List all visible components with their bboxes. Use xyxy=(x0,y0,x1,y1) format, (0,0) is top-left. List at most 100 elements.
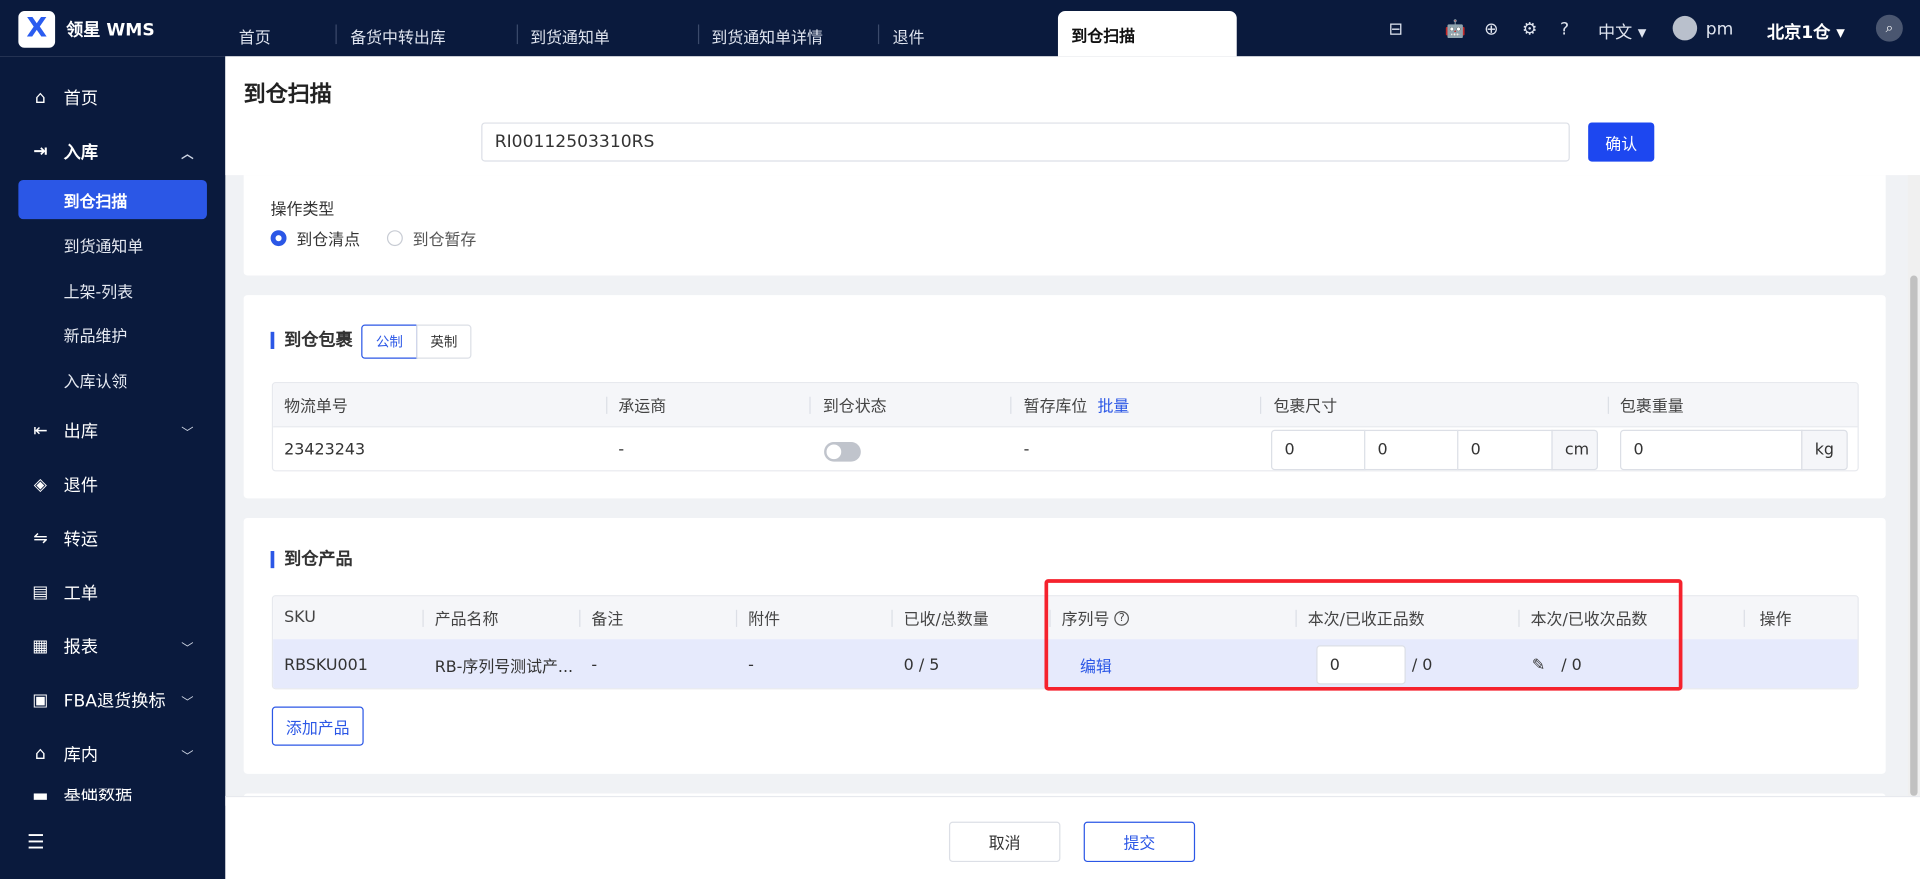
sidebar-sub-new-product[interactable]: 新品维护 xyxy=(18,315,207,354)
tab-divider xyxy=(877,24,880,45)
cancel-button[interactable]: 取消 xyxy=(948,821,1061,863)
sidebar-sub-arrival-scan[interactable]: 到仓扫描 xyxy=(18,180,207,220)
confirm-button[interactable]: 确认 xyxy=(1588,122,1655,162)
sidebar-item-returns[interactable]: ◈ 退件 xyxy=(0,465,225,504)
tab-returns[interactable]: 退件 xyxy=(893,24,925,47)
carrier: - xyxy=(618,440,625,460)
page-title: 到仓扫描 xyxy=(243,82,332,108)
fba-icon: ▣ xyxy=(32,690,49,711)
tab-arrival-notice[interactable]: 到货通知单 xyxy=(530,24,610,47)
chevron-up-icon: ︿ xyxy=(181,147,194,162)
scrollbar[interactable] xyxy=(1907,175,1920,796)
language-select[interactable]: 中文 ▾ xyxy=(1598,20,1646,44)
tab-home[interactable]: 首页 xyxy=(239,24,271,47)
highlight-box xyxy=(1044,579,1683,691)
weight-unit: kg xyxy=(1801,429,1848,471)
warehouse-select[interactable]: 北京1仓 ▾ xyxy=(1767,20,1845,44)
unit-imperial[interactable]: 英制 xyxy=(416,324,472,359)
col-divider xyxy=(735,609,738,627)
sidebar-item-home[interactable]: ⌂ 首页 xyxy=(0,78,225,117)
col-remark: 备注 xyxy=(591,611,624,630)
sidebar-sub-inbound-claim[interactable]: 入库认领 xyxy=(18,360,207,399)
tab-arrival-scan[interactable]: 到仓扫描 xyxy=(1057,11,1237,57)
label: 首页 xyxy=(63,89,98,109)
tab-stock-transfer[interactable]: 备货中转出库 xyxy=(350,24,446,47)
length-input[interactable]: 0 xyxy=(1271,429,1366,471)
col-carrier: 承运商 xyxy=(618,397,667,417)
sidebar-sub-putaway-list[interactable]: 上架-列表 xyxy=(18,271,207,310)
col-divider xyxy=(606,396,608,414)
height-input[interactable]: 0 xyxy=(1457,429,1553,471)
attachment: - xyxy=(748,655,754,675)
help-icon[interactable]: ? xyxy=(1560,20,1569,40)
robot-icon[interactable]: 🤖 xyxy=(1445,20,1466,40)
settings-icon[interactable]: ⚙ xyxy=(1522,20,1537,40)
label: 退件 xyxy=(63,476,98,496)
scan-input[interactable]: RI00112503310RS xyxy=(481,122,1570,162)
tab-divider xyxy=(335,24,337,45)
outbound-icon: ⇤ xyxy=(33,421,48,441)
tab-divider xyxy=(516,24,518,45)
chevron-down-icon: ﹀ xyxy=(181,750,194,764)
operation-type-card: 操作类型 到仓清点 到仓暂存 xyxy=(243,175,1886,276)
chevron-down-icon: ﹀ xyxy=(181,696,194,710)
scan-header: 到仓扫描 RI00112503310RS 确认 xyxy=(225,56,1920,176)
col-size: 包裹尺寸 xyxy=(1273,397,1338,417)
transfer-icon: ⇋ xyxy=(33,528,48,549)
brand-name: 领星 WMS xyxy=(66,20,155,41)
add-product-button[interactable]: 添加产品 xyxy=(271,706,364,746)
table-row: 23423243 - - 0 0 0 cm 0 kg xyxy=(273,426,1858,471)
width-input[interactable]: 0 xyxy=(1364,429,1459,471)
col-divider xyxy=(1743,609,1745,627)
label: 基础数据 xyxy=(63,788,133,805)
sidebar-item-reports[interactable]: ▦ 报表 ﹀ xyxy=(0,627,225,666)
sidebar-item-transfer[interactable]: ⇋ 转运 xyxy=(0,519,225,558)
sidebar-item-base-data[interactable]: ▬ 基础数据 xyxy=(0,789,225,806)
home-icon: ⌂ xyxy=(34,88,46,108)
top-bar: X 领星 WMS 首页 备货中转出库 到货通知单 到货通知单详情 退件 到仓扫描… xyxy=(0,0,1920,57)
sidebar-sub-arrival-notice[interactable]: 到货通知单 xyxy=(18,225,207,264)
col-location: 暂存库位 批量 xyxy=(1024,383,1130,426)
radio-arrival-temp[interactable]: 到仓暂存 xyxy=(386,227,476,250)
col-name: 产品名称 xyxy=(434,611,499,630)
col-location-label: 暂存库位 xyxy=(1023,397,1088,417)
product-name: RB-序列号测试产... xyxy=(434,658,574,677)
label: 出库 xyxy=(63,422,98,443)
sidebar-item-inbound[interactable]: ⇥ 入库 ︿ xyxy=(0,132,225,171)
sidebar-item-workorder[interactable]: ▤ 工单 xyxy=(0,573,225,612)
workorder-icon: ▤ xyxy=(32,582,49,603)
label: 库内 xyxy=(63,745,98,766)
submit-button[interactable]: 提交 xyxy=(1083,821,1196,863)
tab-divider xyxy=(697,24,700,45)
package-card: 到仓包裹 公制 英制 物流单号 承运商 到仓状态 暂存库位 批量 包裹尺寸 包裹… xyxy=(243,295,1886,499)
weight-input[interactable]: 0 xyxy=(1620,429,1803,471)
col-divider xyxy=(1010,396,1012,414)
product-title: 到仓产品 xyxy=(270,551,353,569)
chevron-down-icon: ﹀ xyxy=(181,426,194,441)
avatar[interactable] xyxy=(1672,15,1698,41)
return-icon: ◈ xyxy=(33,475,48,495)
dimension-unit: cm xyxy=(1551,429,1598,471)
collapse-menu-icon[interactable]: ☰ xyxy=(27,830,45,853)
sidebar-item-fba[interactable]: ▣ FBA退货换标 ﹀ xyxy=(0,681,225,720)
inbox-icon[interactable]: ⊟ xyxy=(1389,20,1403,40)
scrollbar-thumb[interactable] xyxy=(1910,275,1918,796)
col-divider xyxy=(891,609,893,627)
user-name[interactable]: pm xyxy=(1706,20,1734,40)
language-label: 中文 xyxy=(1597,23,1633,43)
col-divider xyxy=(579,609,581,627)
table-header: 物流单号 承运商 到仓状态 暂存库位 批量 包裹尺寸 包裹重量 xyxy=(273,383,1858,427)
package-title: 到仓包裹 xyxy=(270,331,353,349)
col-sku: SKU xyxy=(284,608,316,627)
unit-metric[interactable]: 公制 xyxy=(361,324,418,359)
sidebar-item-inventory[interactable]: ⌂ 库内 ﹀ xyxy=(0,735,225,774)
batch-link[interactable]: 批量 xyxy=(1097,393,1129,416)
search-icon[interactable]: ⌕ xyxy=(1875,14,1903,42)
download-icon[interactable]: ⊕ xyxy=(1484,20,1498,40)
sidebar-item-outbound[interactable]: ⇤ 出库 ﹀ xyxy=(0,411,225,450)
tab-arrival-detail[interactable]: 到货通知单详情 xyxy=(711,24,822,47)
radio-arrival-count[interactable]: 到仓清点 xyxy=(270,227,360,250)
status-toggle[interactable] xyxy=(824,442,861,462)
remark: - xyxy=(591,655,598,675)
inbound-icon: ⇥ xyxy=(33,142,48,162)
